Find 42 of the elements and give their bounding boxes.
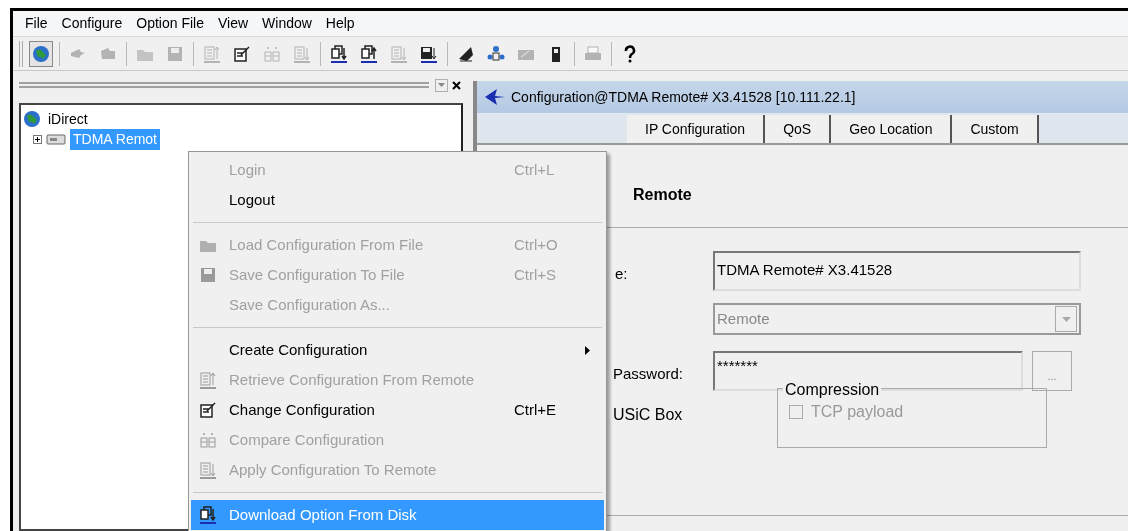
window-title: Configuration@TDMA Remote# X3.41528 [10.111.22.1] [511,87,856,107]
globe-icon [32,44,50,63]
download-icon [199,506,217,524]
document-down-icon [390,44,408,63]
globe-icon [23,110,41,128]
caret-icon [438,83,445,87]
field-label: Password: [613,364,684,384]
menu-item[interactable]: Logout [191,185,604,215]
compare-icon [263,44,281,63]
menu-item[interactable]: View [211,11,255,36]
menu-item[interactable]: File [19,11,54,36]
edit-document-icon [233,44,251,63]
section-label: USiC Box [613,405,683,425]
document-down-icon [293,44,311,63]
network-icon [487,44,505,63]
tree-item[interactable]: iDirect [45,108,91,130]
document-up-icon [203,44,221,63]
edit-document-icon [199,401,217,419]
tab[interactable]: QoS [765,115,832,143]
menu-item[interactable]: Help [319,11,361,36]
download-icon [330,44,348,63]
menu-item[interactable]: Create Configuration [191,335,604,365]
tab[interactable]: Custom [952,115,1039,143]
document-up-icon [199,371,217,389]
expand-icon[interactable] [33,134,42,144]
menu-item[interactable]: Configure [55,11,129,36]
compare-icon [199,431,217,449]
tab[interactable]: Geo Location [831,115,953,143]
menu-item[interactable]: Window [256,11,318,36]
close-icon[interactable] [450,78,463,92]
submenu-arrow-icon [585,345,590,355]
text-field[interactable]: TDMA Remote# X3.41528 [713,251,1081,291]
field-label: e: [615,264,628,284]
tab[interactable]: IP Configuration [627,115,766,143]
printer-icon [584,44,602,63]
checkbox-label: TCP payload [811,402,904,422]
upload-icon [360,44,378,63]
document-down-icon [199,461,217,479]
floppy-disk-icon [420,44,438,63]
section-heading: Remote [633,185,692,205]
menu-item[interactable]: Option File [130,11,210,36]
menu-item[interactable]: Change Configuration Ctrl+E [191,395,604,425]
